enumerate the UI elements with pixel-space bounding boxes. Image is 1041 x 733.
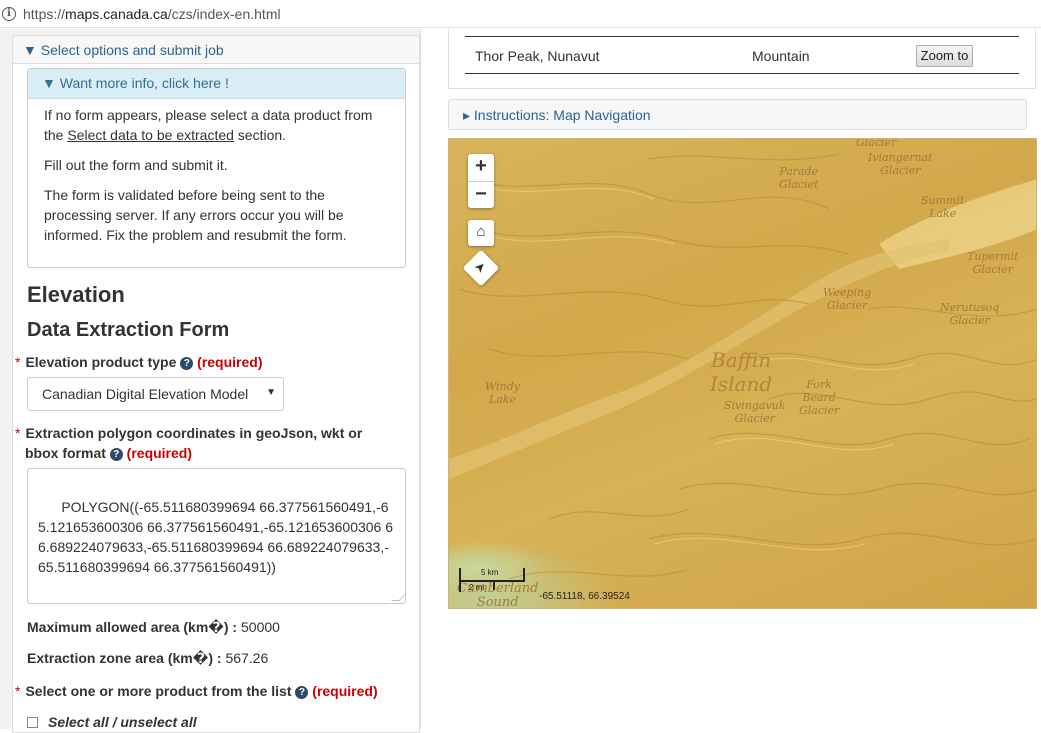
result-name: Thor Peak, Nunavut: [475, 48, 600, 64]
help-icon[interactable]: ?: [109, 448, 123, 461]
cursor-coordinates: -65.51118, 66.39524: [539, 591, 630, 602]
product-type-label: * Elevation product type ? (required): [15, 354, 263, 370]
form-heading: Data Extraction Form: [27, 319, 230, 341]
info-paragraph-2: Fill out the form and submit it.: [44, 157, 228, 173]
more-info-panel: ▼ Want more info, click here ! If no for…: [27, 68, 406, 268]
left-panel: ▼ Select options and submit job ▼ Want m…: [0, 29, 421, 733]
more-info-text: If no form appears, please select a data…: [28, 99, 405, 245]
place-label: Sivingavuk Glacier: [724, 399, 786, 425]
place-label: Parade Glaciet: [779, 165, 819, 191]
polygon-coordinates-input[interactable]: POLYGON((-65.511680399694 66.37756156049…: [27, 468, 407, 604]
zoom-in-button[interactable]: +: [468, 154, 494, 181]
options-body: ▼ Want more info, click here ! If no for…: [12, 63, 420, 733]
table-row: Thor Peak, Nunavut Mountain Zoom to: [465, 36, 1019, 74]
place-label: Tupermit Glacier: [967, 250, 1019, 276]
more-info-toggle[interactable]: ▼ Want more info, click here !: [28, 69, 405, 99]
place-label: Fork Beard Glacier: [799, 378, 840, 417]
help-icon[interactable]: ?: [295, 686, 309, 699]
result-type: Mountain: [752, 48, 810, 64]
product-list-label: * Select one or more product from the lis…: [15, 683, 378, 699]
info-paragraph-3: The form is validated before being sent …: [44, 187, 347, 243]
search-results-table: Thor Peak, Nunavut Mountain Zoom to: [448, 29, 1036, 89]
polygon-label: * Extraction polygon coordinates in geoJs…: [15, 425, 363, 461]
elevation-heading: Elevation: [27, 282, 125, 307]
zoom-to-button[interactable]: Zoom to: [916, 45, 973, 67]
place-label: Iviangernat Glacier: [868, 151, 933, 177]
address-bar[interactable]: i https://maps.canada.ca/czs/index-en.ht…: [0, 0, 1041, 28]
site-info-icon[interactable]: i: [2, 6, 16, 21]
place-label-baffin-island: Baffin Island: [710, 348, 773, 396]
resize-handle-icon[interactable]: [391, 593, 407, 601]
place-label: Nerutusoq Glacier: [940, 301, 1000, 327]
place-label: Summit Lake: [921, 194, 965, 220]
place-label: Weeping Glacier: [823, 286, 872, 312]
zoom-control: + −: [468, 154, 494, 208]
place-label: Glacier: [856, 138, 897, 149]
zone-area: Extraction zone area (km�) : 567.26: [27, 650, 269, 666]
select-data-link[interactable]: Select data to be extracted: [67, 127, 234, 143]
scale-bar: 5 km 2 mi: [459, 566, 529, 596]
map-view[interactable]: + − ⌂ ➤ Glacier Iviangernat Glacier Para…: [448, 138, 1037, 609]
url-text[interactable]: https://maps.canada.ca/czs/index-en.html: [23, 6, 281, 22]
place-label: Windy Lake: [485, 380, 520, 406]
select-all-checkbox[interactable]: [27, 716, 38, 728]
instructions-map-navigation-toggle[interactable]: ▸ Instructions: Map Navigation: [448, 99, 1027, 130]
dropdown-arrow-icon: ▼: [266, 387, 276, 398]
zoom-out-button[interactable]: −: [468, 181, 494, 208]
home-icon[interactable]: ⌂: [468, 220, 494, 246]
select-all-checkbox-row[interactable]: Select all / unselect all: [27, 714, 197, 730]
select-options-toggle[interactable]: ▼ Select options and submit job: [12, 35, 420, 63]
product-type-select[interactable]: Canadian Digital Elevation Model ▼: [27, 377, 284, 411]
help-icon[interactable]: ?: [180, 357, 194, 370]
max-area: Maximum allowed area (km�) : 50000: [27, 619, 280, 635]
